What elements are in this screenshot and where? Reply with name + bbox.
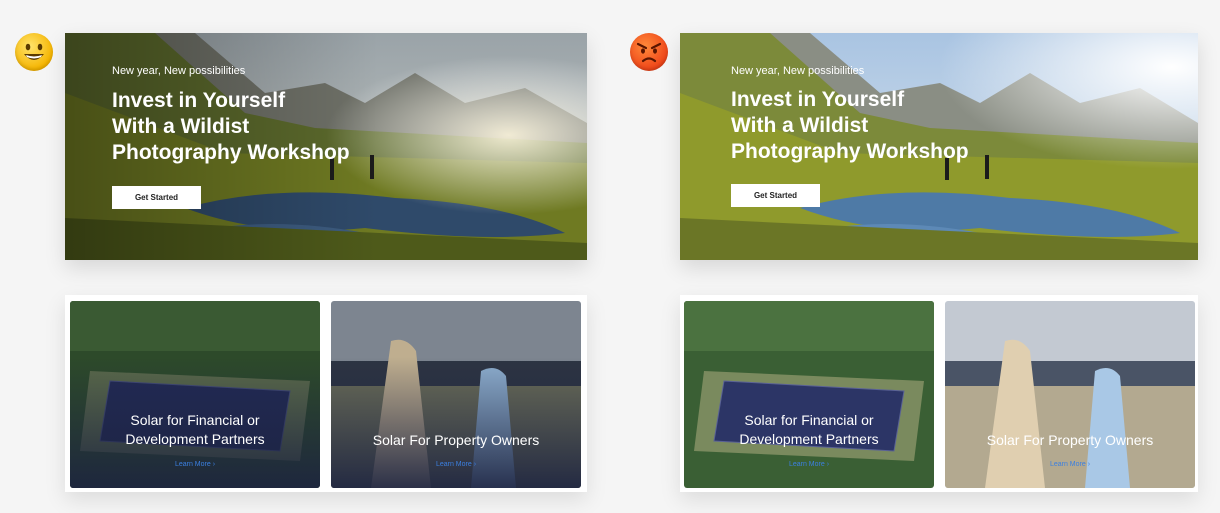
get-started-button[interactable]: Get Started	[112, 186, 201, 209]
learn-more-link[interactable]: Learn More ›	[684, 461, 934, 468]
hero-kicker: New year, New possibilities	[112, 65, 246, 77]
get-started-button[interactable]: Get Started	[731, 184, 820, 207]
card-title: Solar for Financial or Development Partn…	[125, 412, 265, 447]
solar-farm-aerial-image	[684, 301, 934, 488]
learn-more-link[interactable]: Learn More ›	[945, 461, 1195, 468]
solar-cards-section: Solar for Financial or Development Partn…	[65, 295, 587, 492]
angry-face-icon	[630, 33, 668, 71]
card-financial-partners[interactable]: Solar for Financial or Development Partn…	[684, 301, 934, 488]
learn-more-link[interactable]: Learn More ›	[70, 461, 320, 468]
card-title: Solar For Property Owners	[986, 432, 1154, 448]
hero-banner: New year, New possibilities Invest in Yo…	[65, 33, 587, 260]
solar-farm-aerial-image	[70, 301, 320, 488]
card-property-owners[interactable]: Solar For Property Owners Learn More ›	[331, 301, 581, 488]
hero-kicker: New year, New possibilities	[731, 65, 865, 77]
card-financial-partners[interactable]: Solar for Financial or Development Partn…	[70, 301, 320, 488]
card-title: Solar For Property Owners	[372, 432, 540, 448]
hero-headline: Invest in Yourself With a Wildist Photog…	[112, 89, 350, 164]
card-property-owners[interactable]: Solar For Property Owners Learn More ›	[945, 301, 1195, 488]
card-title: Solar for Financial or Development Partn…	[739, 412, 879, 447]
solar-cards-section: Solar for Financial or Development Partn…	[680, 295, 1198, 492]
hero-headline: Invest in Yourself With a Wildist Photog…	[731, 88, 969, 163]
property-owners-photo	[945, 301, 1195, 488]
property-owners-photo	[331, 301, 581, 488]
learn-more-link[interactable]: Learn More ›	[331, 461, 581, 468]
grinning-face-icon	[15, 33, 53, 71]
hero-banner: New year, New possibilities Invest in Yo…	[680, 33, 1198, 260]
